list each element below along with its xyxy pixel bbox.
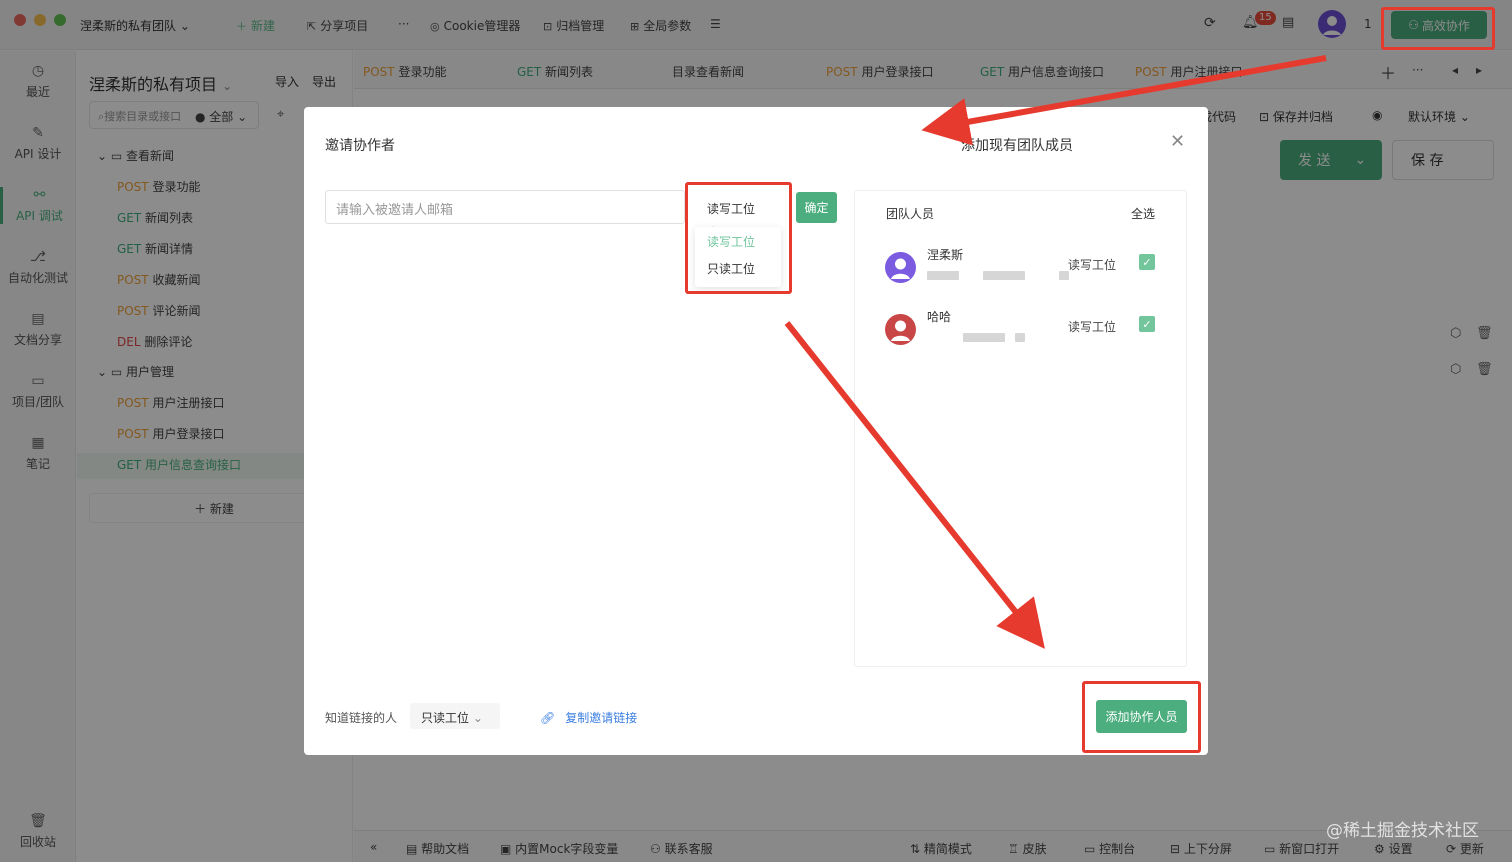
watermark: @稀土掘金技术社区	[1326, 821, 1479, 841]
annotation-arrows	[784, 55, 1327, 649]
arrow-to-add-button	[784, 321, 1045, 649]
arrow-to-dialog	[921, 55, 1327, 146]
